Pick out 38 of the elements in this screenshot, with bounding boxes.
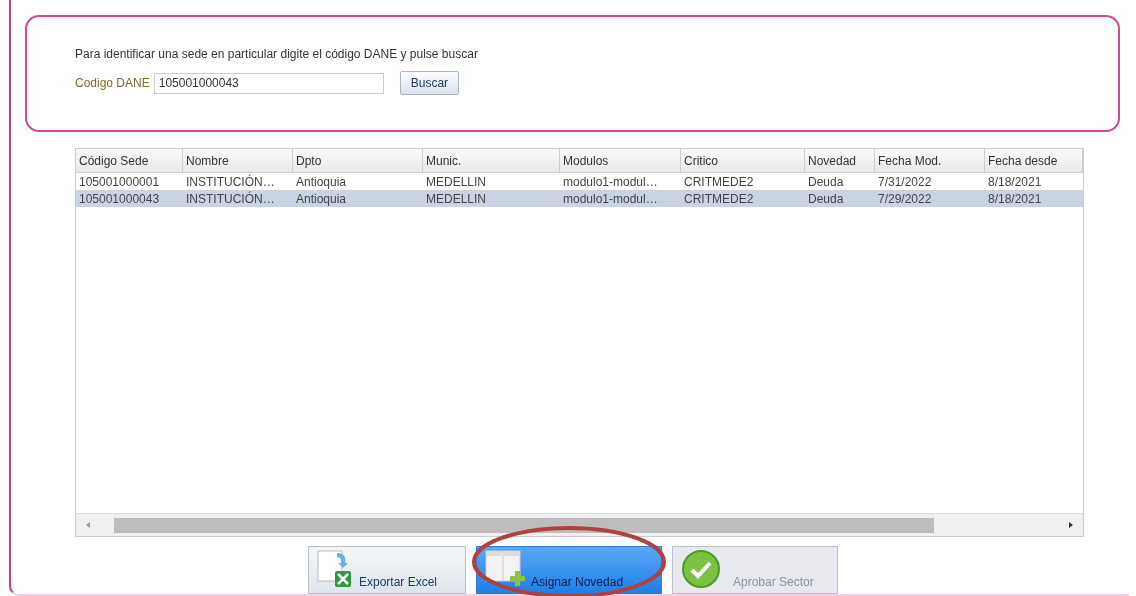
- table-cell-text: 7/31/2022: [877, 173, 933, 190]
- table-cell-text: INSTITUCIÓN…: [185, 173, 276, 190]
- table-cell-text: modulo1-modul…: [562, 173, 659, 190]
- dane-code-field[interactable]: 105001000043: [153, 72, 384, 94]
- search-button[interactable]: Buscar: [399, 71, 460, 95]
- toolbar-button[interactable]: Exportar Excel: [308, 546, 466, 594]
- column-header[interactable]: Nombre: [183, 148, 293, 172]
- toolbar-button[interactable]: Asignar Novedad: [476, 546, 662, 594]
- table-cell-text: Deuda: [807, 173, 845, 190]
- table-cell-text: 8/18/2021: [987, 190, 1043, 207]
- check-icon: [681, 549, 721, 589]
- scrollbar-thumb[interactable]: [114, 517, 934, 533]
- instructions-text: Para identificar una sede en particular digite el código DANE y pulse buscar: [75, 47, 479, 61]
- column-header[interactable]: Modulos: [560, 148, 681, 172]
- column-header[interactable]: Fecha Mod.: [875, 148, 985, 172]
- scroll-right-icon[interactable]: [1067, 521, 1075, 530]
- column-header[interactable]: Fecha desde: [985, 148, 1083, 172]
- column-header[interactable]: Código Sede: [76, 148, 183, 172]
- table-cell-text: Deuda: [807, 190, 845, 207]
- table-cell-text: MEDELLIN: [425, 173, 488, 190]
- table-row[interactable]: 105001000001 INSTITUCIÓN… Antioquia MEDELLIN modulo1-modul… CRITMEDE2 Deuda 7/31/2022 8/18/2021: [76, 172, 1083, 190]
- column-header[interactable]: Munic.: [423, 148, 560, 172]
- field-label: Codigo DANE: [75, 76, 150, 90]
- column-header[interactable]: Critico: [681, 148, 805, 172]
- table-cell-text: 105001000001: [78, 173, 161, 190]
- table-cell-text: Antioquia: [295, 190, 348, 207]
- table-cell-text: CRITMEDE2: [683, 173, 755, 190]
- table-cell-text: CRITMEDE2: [683, 190, 755, 207]
- table-cell-text: INSTITUCIÓN…: [185, 190, 276, 207]
- table-cell-text: modulo1-modul…: [562, 190, 659, 207]
- table-cell-text: 7/29/2022: [877, 190, 933, 207]
- table-cell-text: 8/18/2021: [987, 173, 1043, 190]
- table-cell-text: 105001000043: [78, 190, 161, 207]
- table-cell-text: MEDELLIN: [425, 190, 488, 207]
- table-row[interactable]: 105001000043 INSTITUCIÓN… Antioquia MEDELLIN modulo1-modul… CRITMEDE2 Deuda 7/29/2022 8/18/2021: [76, 189, 1083, 207]
- table-cell-text: Antioquia: [295, 173, 348, 190]
- column-header[interactable]: Novedad: [805, 148, 875, 172]
- column-header[interactable]: Dpto: [293, 148, 423, 172]
